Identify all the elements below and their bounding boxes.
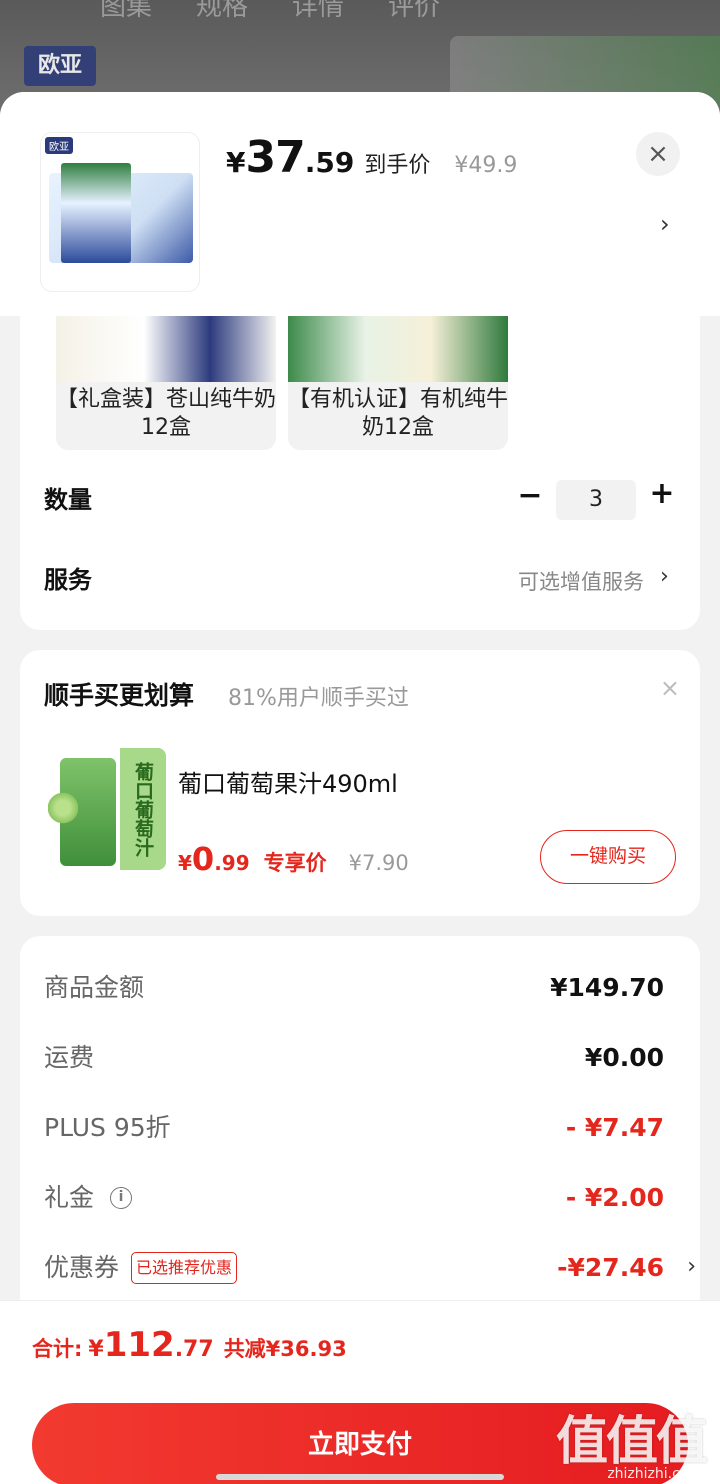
close-icon[interactable]: × — [660, 674, 680, 702]
grapes-image — [48, 788, 78, 828]
price-decimal: .99 — [214, 851, 250, 875]
price-integer: 37 — [245, 132, 305, 183]
tab-reviews[interactable]: 评价 — [388, 0, 440, 23]
total-savings: 共减¥36.93 — [223, 1337, 347, 1361]
chevron-right-icon[interactable]: › — [660, 210, 670, 238]
breakdown-label: PLUS 95折 — [44, 1113, 171, 1142]
breakdown-label: 礼金 — [44, 1183, 95, 1212]
product-tabs: 图集 规格 详情 评价 — [100, 0, 440, 23]
breakdown-value: - ¥2.00 — [565, 1183, 664, 1212]
close-sheet-button[interactable]: × — [636, 132, 680, 176]
original-price: ¥7.90 — [348, 851, 409, 875]
bundle-subtitle: 81%用户顺手买过 — [228, 686, 409, 711]
quantity-input[interactable]: 3 — [556, 480, 636, 520]
service-label: 服务 — [44, 566, 92, 594]
juice-label: 葡口葡萄汁 — [120, 748, 166, 870]
chevron-right-icon[interactable]: › — [660, 564, 669, 589]
breakdown-value: ¥149.70 — [550, 973, 664, 1002]
variant-name: 【有机认证】有机纯牛奶12盒 — [288, 387, 508, 440]
breakdown-label: 商品金额 — [44, 973, 145, 1002]
quantity-label: 数量 — [44, 486, 92, 514]
tab-specs[interactable]: 规格 — [196, 0, 248, 23]
product-header: 欧亚 ¥ 37 .59 到手价 ¥49.9 × › — [0, 92, 720, 316]
info-icon[interactable]: i — [110, 1187, 133, 1209]
product-carton-image — [61, 163, 131, 263]
quantity-service-card: 数量 − 3 + 服务 可选增值服务 › — [20, 454, 700, 630]
breakdown-row: 礼金 i - ¥2.00 — [44, 1178, 664, 1218]
original-price: ¥49.9 — [454, 153, 518, 178]
price-integer: 0 — [191, 840, 215, 878]
watermark-url: zhizhizhi.com — [607, 1466, 702, 1482]
coupon-row[interactable]: 优惠券 已选推荐优惠 -¥27.46 › — [44, 1248, 696, 1288]
breakdown-row: PLUS 95折 - ¥7.47 — [44, 1108, 664, 1148]
quantity-increase-button[interactable]: + — [644, 476, 680, 511]
price-label: 到手价 — [364, 153, 431, 178]
home-indicator[interactable] — [216, 1474, 504, 1480]
price-breakdown: 商品金额 ¥149.70 运费 ¥0.00 PLUS 95折 - ¥7.47 礼… — [20, 936, 700, 1316]
total-integer: 112 — [103, 1325, 175, 1365]
total-row: 合计: ¥ 112 .77 共减¥36.93 — [32, 1325, 347, 1365]
variant-list: 【礼盒装】苍山纯牛奶12盒 【有机认证】有机纯牛奶12盒 — [20, 316, 700, 454]
variant-name: 【礼盒装】苍山纯牛奶12盒 — [56, 387, 276, 440]
breakdown-value: ¥0.00 — [584, 1043, 664, 1072]
variant-option-gift-box[interactable]: 【礼盒装】苍山纯牛奶12盒 — [56, 316, 276, 450]
breakdown-value: -¥27.46 — [557, 1253, 664, 1282]
variant-image — [56, 316, 276, 382]
bundle-item-name[interactable]: 葡口葡萄果汁490ml — [178, 764, 398, 799]
bundle-price-row: ¥ 0 .99 专享价 ¥7.90 — [178, 840, 409, 878]
breakdown-label-wrap: 优惠券 已选推荐优惠 — [44, 1248, 238, 1288]
total-symbol: ¥ — [88, 1337, 104, 1362]
bundle-title: 顺手买更划算 — [44, 681, 195, 710]
coupon-badge: 已选推荐优惠 — [131, 1252, 238, 1284]
breakdown-row: 商品金额 ¥149.70 — [44, 968, 664, 1008]
price-row: ¥ 37 .59 到手价 ¥49.9 — [226, 132, 517, 183]
bundle-offer-card: 顺手买更划算 81%用户顺手买过 × 葡口葡萄汁 葡口葡萄果汁490ml ¥ 0… — [20, 650, 700, 916]
price-symbol: ¥ — [178, 851, 192, 875]
checkout-footer: 合计: ¥ 112 .77 共减¥36.93 立即支付 值值值 zhizhizh… — [0, 1300, 720, 1484]
price-symbol: ¥ — [226, 146, 246, 179]
total-decimal: .77 — [174, 1337, 214, 1362]
quantity-decrease-button[interactable]: − — [512, 478, 548, 513]
juice-product-image[interactable]: 葡口葡萄汁 — [44, 748, 166, 870]
product-thumbnail[interactable]: 欧亚 — [40, 132, 200, 292]
tab-details[interactable]: 详情 — [292, 0, 344, 23]
variant-image — [288, 316, 508, 382]
tab-gallery[interactable]: 图集 — [100, 0, 152, 23]
variant-option-organic[interactable]: 【有机认证】有机纯牛奶12盒 — [288, 316, 508, 450]
one-click-buy-button[interactable]: 一键购买 — [540, 830, 676, 884]
breakdown-label: 优惠券 — [44, 1253, 120, 1282]
service-selector[interactable]: 可选增值服务 — [518, 566, 644, 596]
breakdown-value: - ¥7.47 — [565, 1113, 664, 1142]
total-label: 合计: — [32, 1337, 83, 1361]
exclusive-price-tag: 专享价 — [263, 851, 327, 875]
breakdown-label-wrap: 礼金 i — [44, 1178, 133, 1218]
brand-logo: 欧亚 — [24, 46, 96, 86]
breakdown-label: 运费 — [44, 1043, 95, 1072]
brand-tag: 欧亚 — [45, 137, 73, 154]
price-decimal: .59 — [304, 146, 355, 179]
purchase-sheet: 欧亚 ¥ 37 .59 到手价 ¥49.9 × › 【礼盒装】苍山纯牛奶12盒 … — [0, 92, 720, 1484]
breakdown-row: 运费 ¥0.00 — [44, 1038, 664, 1078]
chevron-right-icon[interactable]: › — [687, 1254, 696, 1279]
watermark-logo: 值值值 — [555, 1412, 708, 1472]
